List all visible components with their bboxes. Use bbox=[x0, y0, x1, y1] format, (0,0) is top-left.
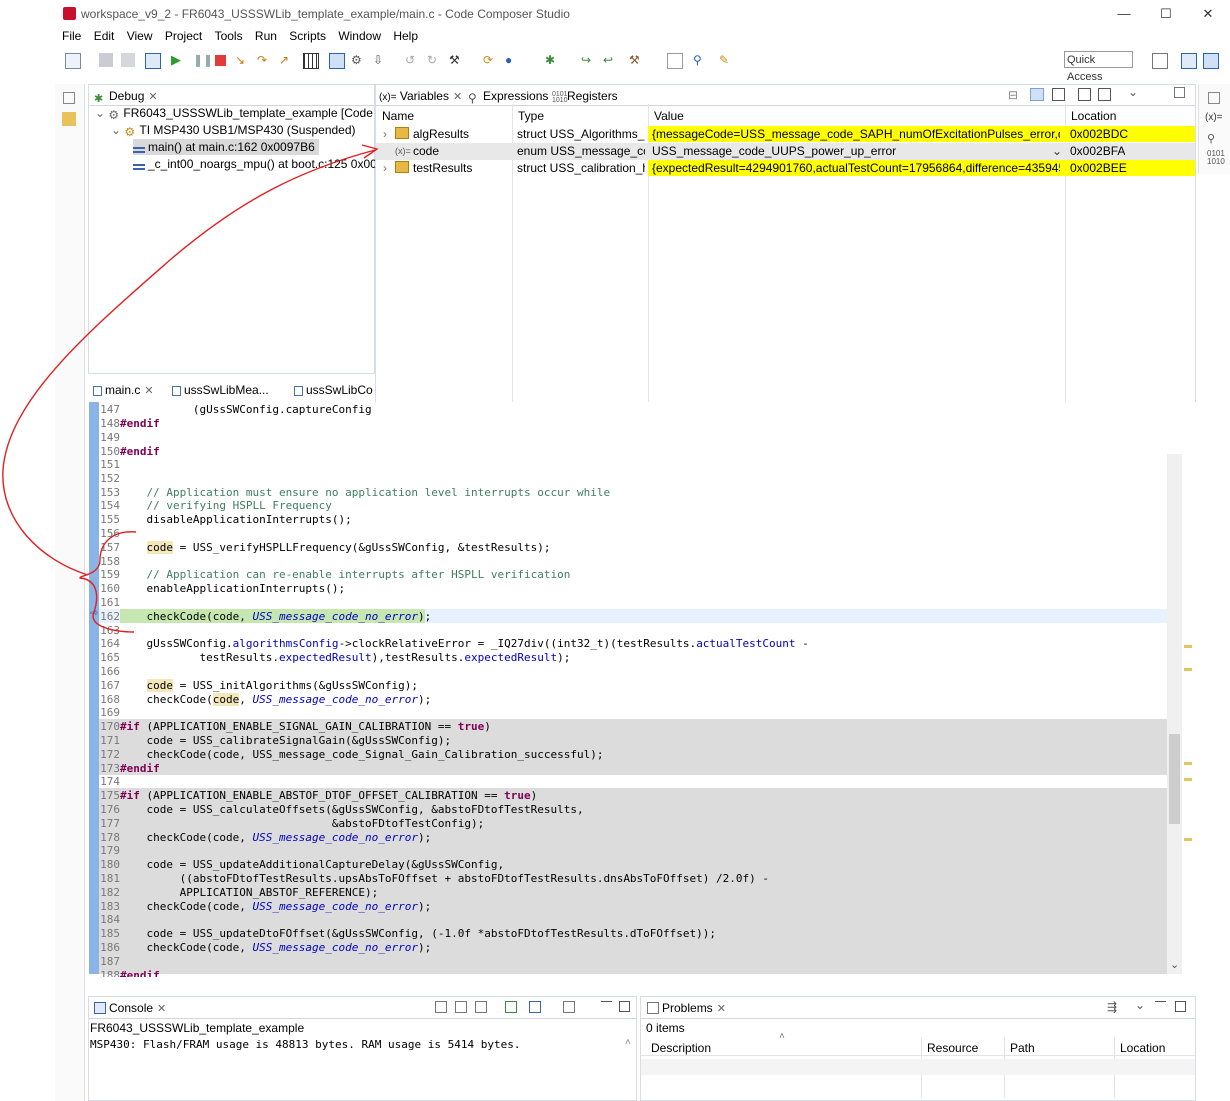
annotation-bracket bbox=[79, 531, 137, 633]
annotation-arrow-stroke bbox=[2, 149, 376, 576]
annotation-overlay bbox=[2, 144, 379, 633]
